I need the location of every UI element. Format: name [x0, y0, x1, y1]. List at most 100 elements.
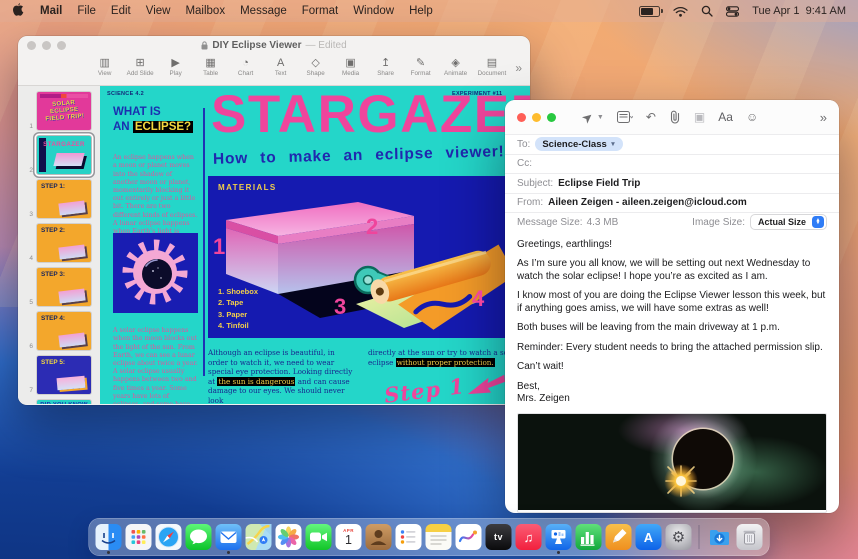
wifi-icon[interactable] — [673, 6, 688, 17]
cc-field[interactable]: Cc: — [505, 154, 839, 174]
document-button[interactable]: ▤Document — [474, 57, 511, 77]
shape-button[interactable]: ◇Shape — [299, 57, 333, 77]
menu-item-message[interactable]: Message — [240, 5, 287, 17]
close-button[interactable] — [517, 113, 526, 122]
material-number-3: 3 — [334, 294, 346, 320]
format-icon[interactable]: Aa — [718, 111, 733, 123]
window-controls[interactable] — [517, 113, 556, 122]
mail-toolbar[interactable]: ➤ ▼ ↶ ▣ Aa ☺ » — [505, 100, 839, 134]
undo-icon[interactable]: ↶ — [646, 111, 656, 123]
insert-photo-icon[interactable]: ▣ — [694, 111, 705, 123]
dock-reminders[interactable] — [396, 524, 422, 550]
slide-thumbnail-6[interactable]: 6 STEP 4: — [23, 311, 100, 351]
battery-icon[interactable] — [639, 6, 660, 17]
slide-thumbnail-2-selected[interactable]: 2 STARGAZER — [23, 135, 100, 175]
dock-finder[interactable] — [96, 524, 122, 550]
text-icon: A — [268, 57, 294, 69]
menu-item-view[interactable]: View — [146, 5, 171, 17]
body-paragraph: Can’t wait! — [517, 361, 827, 374]
dock-calendar[interactable]: APR1 — [336, 524, 362, 550]
slide-canvas[interactable]: SCIENCE 4.2 EXPERIMENT #11 WHAT IS AN EC… — [100, 86, 530, 404]
menu-item-help[interactable]: Help — [409, 5, 433, 17]
slide-thumbnail-3[interactable]: 3 STEP 1: — [23, 179, 100, 219]
dock-freeform[interactable] — [456, 524, 482, 550]
toolbar-overflow-icon[interactable]: » — [820, 110, 827, 125]
material-number-4: 4 — [472, 286, 484, 312]
dock-safari[interactable] — [156, 524, 182, 550]
dock-music[interactable]: ♫ — [516, 524, 542, 550]
minimize-button[interactable] — [42, 41, 51, 50]
subject-field[interactable]: Subject: Eclipse Field Trip — [505, 173, 839, 193]
slide-thumbnail-1[interactable]: 1 SOLAR ECLIPSE FIELD TRIP! — [23, 91, 100, 131]
dock-downloads-folder[interactable] — [707, 524, 733, 550]
window-controls[interactable] — [27, 41, 66, 50]
close-button[interactable] — [27, 41, 36, 50]
dock-app-store[interactable]: A — [636, 524, 662, 550]
slide-title: STARGAZER — [211, 86, 530, 145]
slide-thumbnail-7[interactable]: 7 STEP 5: — [23, 355, 100, 395]
eclipse-photo-attachment[interactable] — [517, 413, 827, 513]
dock-system-settings[interactable]: ⚙ — [666, 524, 692, 550]
calendar-day: 1 — [345, 534, 352, 547]
dock-numbers[interactable] — [576, 524, 602, 550]
dock-photos[interactable] — [276, 524, 302, 550]
edited-label: — Edited — [306, 40, 347, 51]
menu-item-format[interactable]: Format — [302, 5, 338, 17]
body-paragraph: Greetings, earthlings! — [517, 239, 827, 252]
material-number-1: 1 — [213, 234, 225, 260]
zoom-button[interactable] — [57, 41, 66, 50]
recipient-token[interactable]: Science-Class▼ — [535, 137, 623, 151]
slide-thumbnail-8[interactable]: 8 DID YOU KNOW — [23, 399, 100, 404]
dock-facetime[interactable] — [306, 524, 332, 550]
slide-thumbnail-5[interactable]: 5 STEP 3: — [23, 267, 100, 307]
media-button[interactable]: ▣Media — [334, 57, 368, 77]
dock-contacts[interactable] — [366, 524, 392, 550]
dock-pages[interactable] — [606, 524, 632, 550]
add-slide-button[interactable]: ⊞Add Slide — [123, 57, 158, 77]
slide-footer-left: Although an eclipse is beautiful, in ord… — [208, 348, 356, 404]
dock-notes[interactable] — [426, 524, 452, 550]
menu-clock[interactable]: Tue Apr 1 9:41 AM — [752, 5, 846, 17]
chart-button[interactable]: ◔Chart — [229, 57, 263, 77]
menu-item-file[interactable]: File — [77, 5, 96, 17]
dock-apple-tv[interactable]: tv — [486, 524, 512, 550]
apple-menu[interactable] — [12, 2, 25, 20]
chevron-down-icon[interactable]: ▼ — [597, 114, 604, 121]
header-fields-icon[interactable] — [617, 111, 633, 123]
toolbar-overflow-icon[interactable]: » — [515, 61, 522, 75]
animate-button[interactable]: ◈Animate — [439, 57, 473, 77]
play-button[interactable]: ▶Play — [159, 57, 193, 77]
running-indicator — [557, 551, 560, 554]
menu-item-window[interactable]: Window — [353, 5, 394, 17]
dock-messages[interactable] — [186, 524, 212, 550]
format-button[interactable]: ✎Format — [404, 57, 438, 77]
keynote-titlebar[interactable]: DIY Eclipse Viewer — Edited — [18, 36, 530, 54]
message-body[interactable]: Greetings, earthlings! As I’m sure you a… — [505, 232, 839, 406]
menu-item-mail[interactable]: Mail — [40, 5, 62, 17]
control-center-icon[interactable] — [726, 6, 739, 17]
share-button[interactable]: ↥Share — [369, 57, 403, 77]
table-button[interactable]: ▦Table — [194, 57, 228, 77]
menu-bar: Mail File Edit View Mailbox Message Form… — [0, 0, 858, 22]
running-indicator — [227, 551, 230, 554]
dock-mail[interactable] — [216, 524, 242, 550]
search-icon[interactable] — [701, 5, 713, 17]
view-button[interactable]: ▥View — [88, 57, 122, 77]
menu-item-mailbox[interactable]: Mailbox — [185, 5, 225, 17]
dock-launchpad[interactable] — [126, 524, 152, 550]
sun-eclipse-illustration — [113, 233, 198, 313]
to-field[interactable]: To: Science-Class▼ — [505, 134, 839, 154]
dock-maps[interactable] — [246, 524, 272, 550]
image-size-select[interactable]: Actual Size ▲▼ — [750, 214, 827, 230]
zoom-button[interactable] — [547, 113, 556, 122]
from-field[interactable]: From: Aileen Zeigen - aileen.zeigen@iclo… — [505, 193, 839, 213]
minimize-button[interactable] — [532, 113, 541, 122]
dock-trash[interactable] — [737, 524, 763, 550]
menu-item-edit[interactable]: Edit — [111, 5, 131, 17]
emoji-icon[interactable]: ☺ — [746, 111, 758, 123]
text-button[interactable]: AText — [264, 57, 298, 77]
slide-thumbnail-4[interactable]: 4 STEP 2: — [23, 223, 100, 263]
dock-keynote[interactable] — [546, 524, 572, 550]
send-icon[interactable]: ➤ — [579, 109, 596, 126]
paperclip-icon[interactable] — [669, 110, 681, 124]
